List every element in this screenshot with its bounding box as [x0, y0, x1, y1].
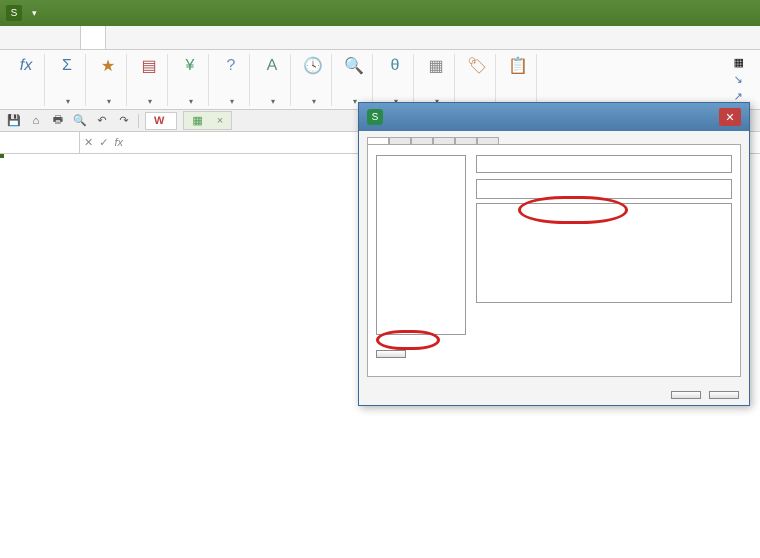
paste-icon: 📋 [506, 54, 530, 78]
finance-icon: ¥ [178, 54, 202, 78]
tab-insert[interactable] [32, 26, 56, 49]
chevron-down-icon: ▾ [230, 97, 234, 106]
ribbon-right-panel: ▦ ↘ ↗ [730, 55, 752, 104]
selection-marquee [0, 154, 4, 158]
preview-icon[interactable]: 🔍 [72, 113, 88, 129]
sheet-icon: ▦ [192, 114, 202, 127]
cancel-fx-icon[interactable]: ✕ [84, 136, 93, 149]
group-text[interactable]: A ▾ [254, 54, 291, 106]
text-icon: A [260, 54, 284, 78]
tag-icon: 🏷 [465, 54, 489, 78]
undo-icon[interactable]: ↶ [94, 113, 110, 129]
save-icon[interactable]: 💾 [6, 113, 22, 129]
group-common-fn[interactable]: ★ ▾ [90, 54, 127, 106]
assign-icon: ▦ [734, 56, 744, 69]
clock-icon: 🕓 [301, 54, 325, 78]
btn-trace-precedents[interactable]: ↘ [730, 72, 752, 87]
dialog-app-icon: S [367, 109, 383, 125]
formula-buttons: ✕ ✓ fx [80, 132, 127, 153]
tab-border[interactable] [433, 137, 455, 144]
ok-button[interactable] [671, 391, 701, 399]
format-list[interactable] [476, 203, 732, 303]
tab-formula[interactable] [80, 26, 106, 49]
window-titlebar: S ▾ [0, 0, 760, 26]
group-autosum[interactable]: Σ ▾ [49, 54, 86, 106]
tab-dev[interactable] [178, 26, 202, 49]
chevron-down-icon: ▾ [312, 97, 316, 106]
group-datetime[interactable]: 🕓 ▾ [295, 54, 332, 106]
separator [138, 114, 139, 128]
tab-start[interactable] [8, 26, 32, 49]
ribbon-body: fx Σ ▾ ★ ▾ ▤ ▾ ¥ ▾ ? ▾ A ▾ 🕓 ▾ 🔍 ▾ θ ▾ ▦… [0, 50, 760, 110]
close-icon: ✕ [725, 111, 734, 124]
group-other[interactable]: ▦ ▾ [418, 54, 455, 106]
more-icon: ▦ [424, 54, 448, 78]
doc-tab-mywps[interactable]: W [145, 112, 177, 130]
sigma-icon: Σ [55, 54, 79, 78]
btn-assign[interactable]: ▦ [730, 55, 752, 70]
wps-logo-icon: W [154, 115, 164, 127]
dialog-tabstrip [359, 131, 749, 144]
group-name-mgr[interactable]: 🏷 [459, 54, 496, 106]
tab-font[interactable] [411, 137, 433, 144]
tab-cloud[interactable] [202, 26, 226, 49]
group-paste[interactable]: 📋 [500, 54, 537, 106]
fx-icon[interactable]: fx [114, 137, 123, 149]
dialog-body [367, 144, 741, 377]
delete-button[interactable] [376, 350, 406, 358]
tab-data[interactable] [106, 26, 130, 49]
cell-format-dialog: S ✕ [358, 102, 750, 406]
group-logic[interactable]: ? ▾ [213, 54, 250, 106]
category-list[interactable] [376, 155, 466, 335]
trace-prec-icon: ↘ [734, 73, 743, 86]
chevron-down-icon: ▾ [107, 97, 111, 106]
lookup-icon: 🔍 [342, 54, 366, 78]
book-icon: ▤ [137, 54, 161, 78]
logic-icon: ? [219, 54, 243, 78]
close-tab-icon[interactable]: × [217, 115, 223, 127]
doc-tab-file[interactable]: ▦× [183, 111, 232, 130]
ribbon-tabstrip [0, 26, 760, 50]
tab-view[interactable] [154, 26, 178, 49]
group-lookup[interactable]: 🔍 ▾ [336, 54, 373, 106]
group-insert-fn[interactable]: fx [8, 54, 45, 106]
chevron-down-icon: ▾ [271, 97, 275, 106]
chevron-down-icon: ▾ [66, 97, 70, 106]
close-button[interactable]: ✕ [719, 108, 741, 126]
group-all-fn[interactable]: ▤ ▾ [131, 54, 168, 106]
chevron-down-icon: ▾ [148, 97, 152, 106]
accept-fx-icon[interactable]: ✓ [99, 136, 108, 149]
app-icon: S [6, 5, 22, 21]
math-icon: θ [383, 54, 407, 78]
group-math[interactable]: θ ▾ [377, 54, 414, 106]
chevron-down-icon: ▾ [353, 97, 357, 106]
chevron-down-icon: ▾ [189, 97, 193, 106]
fx-icon: fx [14, 54, 38, 78]
dialog-titlebar[interactable]: S ✕ [359, 103, 749, 131]
name-box[interactable] [0, 132, 80, 153]
tab-protect[interactable] [477, 137, 499, 144]
redo-icon[interactable]: ↷ [116, 113, 132, 129]
group-finance[interactable]: ¥ ▾ [172, 54, 209, 106]
dialog-footer [359, 385, 749, 405]
app-menu-dropdown-icon[interactable]: ▾ [32, 8, 37, 19]
tab-align[interactable] [389, 137, 411, 144]
tab-number[interactable] [367, 137, 389, 144]
star-icon: ★ [96, 54, 120, 78]
type-input[interactable] [476, 179, 732, 199]
sample-box [476, 155, 732, 173]
home-icon[interactable]: ⌂ [28, 113, 44, 129]
cancel-button[interactable] [709, 391, 739, 399]
tab-layout[interactable] [56, 26, 80, 49]
tab-review[interactable] [130, 26, 154, 49]
tab-pattern[interactable] [455, 137, 477, 144]
print-icon[interactable]: 🖶 [50, 113, 66, 129]
